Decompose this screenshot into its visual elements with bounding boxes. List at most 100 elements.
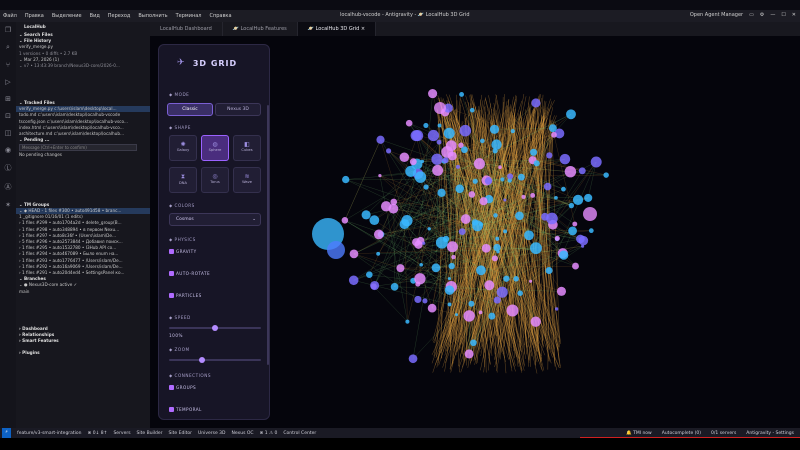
menu-view[interactable]: Вид [90, 13, 100, 19]
graph-node[interactable] [373, 229, 384, 240]
graph-node[interactable] [361, 210, 371, 220]
gravity-checkbox[interactable]: GRAVITY [169, 249, 197, 254]
status-settings[interactable]: Antigravity - Settings [746, 431, 794, 436]
remote-status-icon[interactable]: ⚡ [2, 428, 12, 438]
tab-localhub-dashboard[interactable]: LocalHub Dashboard [150, 22, 223, 36]
graph-node[interactable] [530, 148, 538, 156]
graph-node[interactable] [603, 172, 609, 178]
tab-localhub-features[interactable]: 🪐 LocalHub Features [223, 22, 298, 36]
search-icon[interactable]: ⌕ [6, 43, 10, 52]
graph-node[interactable] [529, 279, 533, 283]
graph-node[interactable] [420, 159, 425, 164]
graph-node[interactable] [412, 238, 421, 247]
minimize-icon[interactable]: — [770, 12, 775, 18]
graph-node[interactable] [415, 281, 421, 287]
graph-node[interactable] [461, 146, 468, 154]
graph-node[interactable] [449, 152, 454, 157]
graph-node[interactable] [533, 160, 540, 167]
graph-node[interactable] [581, 244, 585, 248]
graph-node[interactable] [476, 265, 486, 276]
status-site-builder[interactable]: Site Builder [137, 431, 163, 436]
explorer-icon[interactable]: ❐ [5, 26, 11, 34]
graph-node[interactable] [588, 228, 594, 234]
graph-node[interactable] [517, 173, 525, 181]
graph-node[interactable] [481, 243, 491, 253]
commit-message-input[interactable]: Message (Ctrl+Enter to confirm) [19, 144, 137, 152]
graph-node[interactable] [399, 219, 410, 230]
status-branch[interactable]: feature/v3-smart-integration [17, 431, 81, 436]
status-sync[interactable]: ⊗ 0↓ 8↑ [88, 431, 108, 436]
graph-node[interactable] [503, 275, 510, 282]
graph-node[interactable] [517, 290, 523, 296]
sidebar-section-header[interactable]: ⌄ Pending ... [16, 137, 150, 143]
graph-node[interactable] [422, 241, 426, 245]
graph-node[interactable] [419, 262, 424, 267]
extensions-icon[interactable]: ⊞ [5, 95, 11, 103]
graph-node[interactable] [376, 251, 381, 256]
menu-run[interactable]: Выполнить [138, 13, 167, 19]
status-autocomplete[interactable]: Autocomplete (0) [662, 431, 701, 436]
menu-edit[interactable]: Правка [25, 13, 44, 19]
run-debug-icon[interactable]: ▷ [5, 78, 10, 86]
graph-node[interactable] [448, 262, 455, 270]
graph-node[interactable] [503, 198, 507, 202]
graph-node[interactable] [493, 213, 498, 218]
graph-node[interactable] [546, 152, 553, 159]
graph-node[interactable] [451, 254, 456, 260]
menu-go[interactable]: Переход [108, 13, 131, 19]
graph-node[interactable] [530, 242, 542, 255]
graph-node[interactable] [491, 255, 498, 262]
source-control-icon[interactable]: ⑂ [6, 61, 10, 69]
graph-node[interactable] [447, 277, 451, 281]
graph-node[interactable] [390, 283, 399, 291]
graph-node[interactable] [376, 135, 385, 144]
graph-node[interactable] [500, 177, 505, 182]
menu-help[interactable]: Справка [209, 13, 231, 19]
graph-node[interactable] [493, 243, 501, 252]
graph-node[interactable] [515, 211, 524, 221]
graph-node[interactable] [572, 221, 578, 227]
graph-node[interactable] [568, 202, 575, 209]
graph-node-large[interactable] [434, 102, 446, 114]
graph-node[interactable] [578, 167, 586, 175]
graph-node[interactable] [411, 129, 424, 142]
speed-slider[interactable] [169, 325, 261, 331]
particles-checkbox[interactable]: PARTICLES [169, 293, 202, 298]
graph-node[interactable] [427, 129, 440, 142]
graph-node[interactable] [464, 349, 474, 359]
shape-cubes-button[interactable]: ◧ Cubes [233, 135, 261, 161]
graph-node[interactable] [455, 184, 465, 194]
graph-node[interactable] [348, 275, 359, 286]
status-servers-count[interactable]: 0/1 servers [711, 431, 736, 436]
graph-node[interactable] [554, 195, 558, 200]
graph-node[interactable] [390, 198, 398, 206]
graph-node[interactable] [530, 316, 541, 327]
graph-node[interactable] [349, 249, 359, 259]
graph-node[interactable] [405, 119, 413, 127]
tab-localhub-3d-grid[interactable]: 🪐 LocalHub 3D Grid × [297, 22, 377, 36]
graph-node[interactable] [458, 228, 466, 235]
graph-node[interactable] [530, 192, 536, 198]
graph-node[interactable] [459, 124, 472, 137]
graph-node[interactable] [566, 109, 576, 120]
graph-node[interactable] [431, 153, 443, 165]
mode-classic-button[interactable]: Classic [167, 103, 213, 116]
status-servers[interactable]: Servers [113, 431, 130, 436]
graph-node[interactable] [576, 234, 585, 244]
database-icon[interactable]: ◫ [5, 129, 12, 137]
graph-node[interactable] [442, 157, 449, 164]
graph-node-large[interactable] [327, 241, 345, 259]
graph-node[interactable] [568, 226, 577, 236]
open-agent-manager-button[interactable]: Open Agent Manager [690, 12, 743, 18]
graph-node[interactable] [480, 138, 485, 144]
graph-node[interactable] [414, 295, 422, 304]
graph-node[interactable] [590, 156, 602, 168]
graph-node[interactable] [460, 214, 471, 224]
graph-node[interactable] [437, 123, 442, 128]
graph-node[interactable] [444, 285, 455, 295]
graph-node[interactable] [559, 153, 571, 165]
auto-rotate-checkbox[interactable]: AUTO-ROTATE [169, 271, 210, 276]
graph-node[interactable] [496, 286, 508, 298]
speed-slider-handle[interactable] [212, 325, 218, 331]
status-nexus-oc[interactable]: Nexus OC [232, 431, 254, 436]
